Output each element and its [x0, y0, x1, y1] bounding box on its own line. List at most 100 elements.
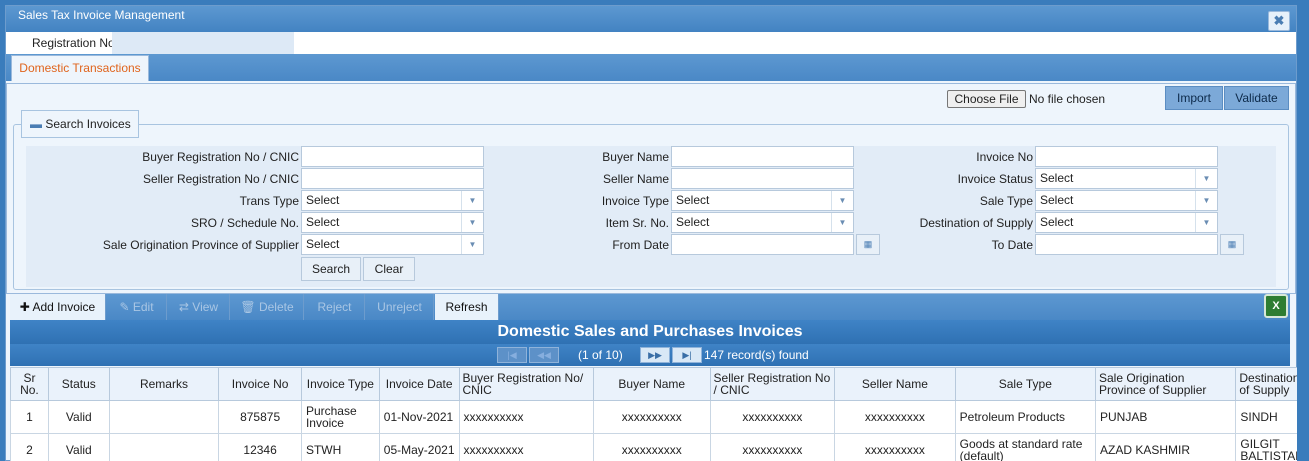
- close-icon[interactable]: ✖: [1268, 11, 1290, 31]
- last-page-icon[interactable]: ▶|: [672, 347, 702, 363]
- chevron-down-icon[interactable]: ▼: [461, 235, 483, 254]
- buyer-reg-input[interactable]: [301, 146, 484, 167]
- seller-name-label: Seller Name: [602, 172, 669, 186]
- sro-select[interactable]: Select ▼: [301, 212, 484, 233]
- next-page-icon[interactable]: ▶▶: [640, 347, 670, 363]
- delete-label: Delete: [258, 300, 294, 314]
- table-cell: xxxxxxxxxx: [592, 400, 711, 434]
- column-header[interactable]: Invoice Type: [300, 367, 380, 401]
- grid-pager: |◀ ◀◀ (1 of 10) ▶▶ ▶| 147 record(s) foun…: [10, 344, 1290, 366]
- chevron-down-icon[interactable]: ▼: [1195, 169, 1217, 188]
- invoice-status-select[interactable]: Select ▼: [1035, 168, 1218, 189]
- prev-page-icon[interactable]: ◀◀: [529, 347, 559, 363]
- table-cell: xxxxxxxxxx: [458, 400, 594, 434]
- trans-type-select[interactable]: Select ▼: [301, 190, 484, 211]
- chevron-down-icon[interactable]: ▼: [461, 191, 483, 210]
- invoice-table: Sr No. Status Remarks Invoice No Invoice…: [10, 367, 1309, 461]
- reject-button[interactable]: Reject: [305, 294, 365, 320]
- registration-value: [112, 32, 294, 54]
- chevron-down-icon[interactable]: ▼: [461, 213, 483, 232]
- tab-domestic-transactions[interactable]: Domestic Transactions: [11, 55, 149, 81]
- edit-button[interactable]: ✎ Edit: [107, 294, 167, 320]
- column-header[interactable]: Buyer Name: [592, 367, 711, 401]
- registration-row: Registration No: [6, 32, 1296, 54]
- trash-icon: 🗑: [240, 300, 259, 314]
- trans-type-label: Trans Type: [239, 194, 299, 208]
- destination-value: Select: [1040, 215, 1074, 229]
- invoice-no-label: Invoice No: [976, 150, 1033, 164]
- view-label: View: [192, 300, 219, 314]
- clear-button[interactable]: Clear: [363, 257, 415, 281]
- invoice-status-value: Select: [1040, 171, 1074, 185]
- column-header[interactable]: Status: [47, 367, 110, 401]
- collapse-minus-icon[interactable]: ▬: [30, 117, 42, 131]
- table-cell: 05-May-2021: [378, 433, 460, 461]
- view-button[interactable]: ⇄ View: [168, 294, 230, 320]
- origin-label: Sale Origination Province of Supplier: [102, 238, 299, 252]
- import-button[interactable]: Import: [1165, 86, 1223, 110]
- edit-label: Edit: [132, 300, 154, 314]
- window-titlebar[interactable]: Sales Tax Invoice Management ✖: [6, 6, 1296, 32]
- search-button[interactable]: Search: [301, 257, 361, 281]
- file-status: No file chosen: [1029, 92, 1106, 106]
- calendar-icon[interactable]: ▦: [1220, 234, 1244, 255]
- search-legend[interactable]: ▬ Search Invoices: [21, 110, 139, 138]
- destination-label: Destination of Supply: [919, 216, 1033, 230]
- from-date-input[interactable]: [671, 234, 854, 255]
- origin-value: Select: [306, 237, 340, 251]
- invoice-no-input[interactable]: [1035, 146, 1218, 167]
- sale-type-select[interactable]: Select ▼: [1035, 190, 1218, 211]
- column-header[interactable]: Seller Registration No / CNIC: [709, 367, 836, 401]
- column-header[interactable]: Buyer Registration No/ CNIC: [458, 367, 594, 401]
- table-cell: Purchase Invoice: [300, 400, 380, 434]
- unreject-button[interactable]: Unreject: [366, 294, 434, 320]
- choose-file-button[interactable]: Choose File: [947, 90, 1026, 108]
- table-row[interactable]: 2 Valid 12346 STWH 05-May-2021 xxxxxxxxx…: [10, 433, 1309, 461]
- chevron-down-icon[interactable]: ▼: [831, 191, 853, 210]
- column-header[interactable]: Sr No.: [10, 367, 49, 401]
- add-invoice-button[interactable]: ✚ Add Invoice: [10, 294, 106, 320]
- chevron-down-icon[interactable]: ▼: [1195, 213, 1217, 232]
- seller-name-input[interactable]: [671, 168, 854, 189]
- to-date-label: To Date: [991, 238, 1033, 252]
- from-date-label: From Date: [612, 238, 669, 252]
- column-header[interactable]: Sale Type: [954, 367, 1097, 401]
- chevron-down-icon[interactable]: ▼: [1195, 191, 1217, 210]
- table-cell: xxxxxxxxxx: [834, 400, 956, 434]
- delete-button[interactable]: 🗑 Delete: [231, 294, 304, 320]
- first-page-icon[interactable]: |◀: [497, 347, 527, 363]
- buyer-name-label: Buyer Name: [602, 150, 669, 164]
- registration-label: Registration No: [32, 36, 115, 50]
- excel-export-icon[interactable]: X: [1264, 294, 1288, 318]
- table-cell: xxxxxxxxxx: [709, 433, 836, 461]
- buyer-name-input[interactable]: [671, 146, 854, 167]
- column-header[interactable]: Sale Origination Province of Supplier: [1094, 367, 1237, 401]
- column-header[interactable]: Remarks: [108, 367, 220, 401]
- buyer-reg-label: Buyer Registration No / CNIC: [142, 150, 299, 164]
- column-header[interactable]: Invoice Date: [378, 367, 460, 401]
- plus-icon: ✚: [19, 300, 33, 314]
- invoice-type-select[interactable]: Select ▼: [671, 190, 854, 211]
- table-cell: STWH: [300, 433, 380, 461]
- grid-toolbar: ✚ Add Invoice ✎ Edit ⇄ View 🗑 Delete Rej…: [10, 294, 1290, 320]
- chevron-down-icon[interactable]: ▼: [831, 213, 853, 232]
- validate-button[interactable]: Validate: [1224, 86, 1289, 110]
- table-row[interactable]: 1 Valid 875875 Purchase Invoice 01-Nov-2…: [10, 400, 1309, 434]
- sro-label: SRO / Schedule No.: [190, 216, 299, 230]
- seller-reg-label: Seller Registration No / CNIC: [142, 172, 299, 186]
- table-cell: [108, 400, 220, 434]
- seller-reg-input[interactable]: [301, 168, 484, 189]
- column-header[interactable]: Seller Name: [834, 367, 956, 401]
- destination-select[interactable]: Select ▼: [1035, 212, 1218, 233]
- search-legend-label: Search Invoices: [45, 117, 131, 131]
- grid-title: Domestic Sales and Purchases Invoices: [10, 320, 1290, 344]
- view-icon: ⇄: [178, 300, 193, 314]
- item-sr-value: Select: [676, 215, 710, 229]
- table-cell: 1: [10, 400, 49, 434]
- column-header[interactable]: Invoice No: [218, 367, 302, 401]
- to-date-input[interactable]: [1035, 234, 1218, 255]
- origin-select[interactable]: Select ▼: [301, 234, 484, 255]
- refresh-button[interactable]: Refresh: [435, 294, 499, 320]
- item-sr-select[interactable]: Select ▼: [671, 212, 854, 233]
- calendar-icon[interactable]: ▦: [856, 234, 880, 255]
